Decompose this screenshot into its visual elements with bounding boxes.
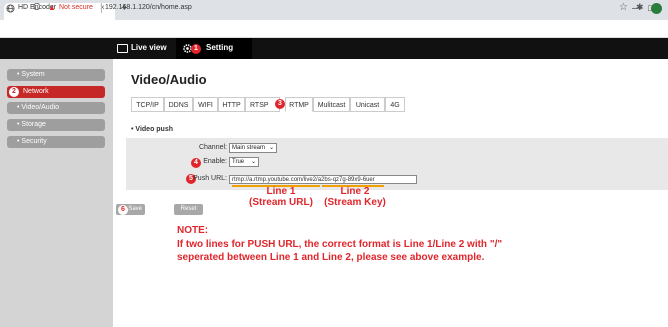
section-title-text: Video push	[135, 126, 174, 133]
line2-sub-annotation: (Stream Key)	[324, 197, 386, 208]
sidebar-item-label: System	[21, 71, 45, 78]
chevron-down-icon: ⌄	[250, 159, 256, 165]
setting-step-badge: 1	[191, 44, 201, 54]
tab-wifi[interactable]: WIFI	[193, 97, 218, 112]
tab-http[interactable]: HTTP	[218, 97, 245, 112]
tab-unicast[interactable]: Unicast	[350, 97, 385, 112]
enable-label: Enable:	[203, 158, 227, 165]
channel-select-value: Main stream	[232, 145, 266, 151]
tab-rtmp[interactable]: RTMP	[285, 97, 313, 112]
address-bar	[0, 20, 668, 38]
forward-arrow-icon[interactable]: →	[19, 2, 29, 13]
enable-select[interactable]: True ⌄	[229, 157, 259, 167]
bookmark-star-icon[interactable]: ☆	[619, 2, 628, 13]
push-url-input[interactable]: rtmp://a.rtmp.youtube.com/live2/a2bs-qz7…	[229, 175, 417, 184]
sidebar-item-network[interactable]: Network	[7, 86, 105, 98]
bullet-icon: •	[131, 126, 134, 133]
sidebar-item-label: Security	[21, 138, 47, 145]
app-header	[0, 38, 668, 59]
line2-annotation: Line 2	[340, 186, 370, 197]
sidebar-item-label: Network	[23, 88, 49, 95]
sidebar-item-label: Video/Audio	[21, 104, 60, 111]
bullet-icon: •	[17, 71, 20, 78]
sidebar-item-system[interactable]: • System	[7, 69, 105, 81]
page-title: Video/Audio	[131, 72, 207, 87]
bullet-icon: •	[17, 138, 20, 145]
rtmp-step-badge: 3	[275, 99, 285, 109]
section-title: • Video push	[131, 126, 173, 133]
enable-select-value: True	[232, 159, 245, 165]
line1-annotation: Line 1	[266, 186, 296, 197]
live-view-label[interactable]: Live view	[131, 43, 167, 52]
warning-icon[interactable]: ▲	[48, 3, 56, 12]
save-step-badge: 6	[118, 205, 128, 215]
note-heading: NOTE:	[177, 225, 209, 236]
channel-select[interactable]: Main stream ⌄	[229, 143, 277, 153]
tab-4g[interactable]: 4G	[385, 97, 405, 112]
setting-label[interactable]: Setting	[206, 43, 233, 52]
sidebar-item-storage[interactable]: • Storage	[7, 119, 105, 131]
tab-tcp-ip[interactable]: TCP/IP	[131, 97, 164, 112]
extensions-icon[interactable]: ✱	[636, 2, 644, 13]
monitor-icon	[117, 44, 128, 53]
note-line-2: seperated between Line 1 and Line 2, ple…	[177, 252, 485, 263]
back-arrow-icon[interactable]: ←	[5, 2, 15, 13]
bullet-icon: •	[17, 121, 20, 128]
network-step-badge: 2	[9, 87, 19, 97]
profile-avatar-icon[interactable]	[651, 3, 662, 14]
reload-icon[interactable]: C	[33, 2, 40, 13]
tab-mulitcast[interactable]: Mulitcast	[313, 97, 350, 112]
not-secure-label[interactable]: Not secure	[59, 4, 93, 11]
note-line-1: If two lines for PUSH URL, the correct f…	[177, 239, 503, 250]
chevron-down-icon: ⌄	[268, 145, 274, 151]
sidebar	[0, 59, 113, 327]
push-url-label: Push URL:	[193, 175, 227, 182]
address-divider	[101, 3, 102, 13]
url-field[interactable]: 192.168.1.120/cn/home.asp	[105, 4, 192, 11]
channel-label: Channel:	[198, 144, 227, 151]
line1-sub-annotation: (Stream URL)	[249, 197, 313, 208]
sidebar-item-label: Storage	[21, 121, 46, 128]
bullet-icon: •	[17, 104, 20, 111]
tab-ddns[interactable]: DDNS	[164, 97, 193, 112]
reset-button[interactable]: Reset	[174, 204, 203, 215]
sidebar-item-video-audio[interactable]: • Video/Audio	[7, 102, 105, 114]
sidebar-item-security[interactable]: • Security	[7, 136, 105, 148]
